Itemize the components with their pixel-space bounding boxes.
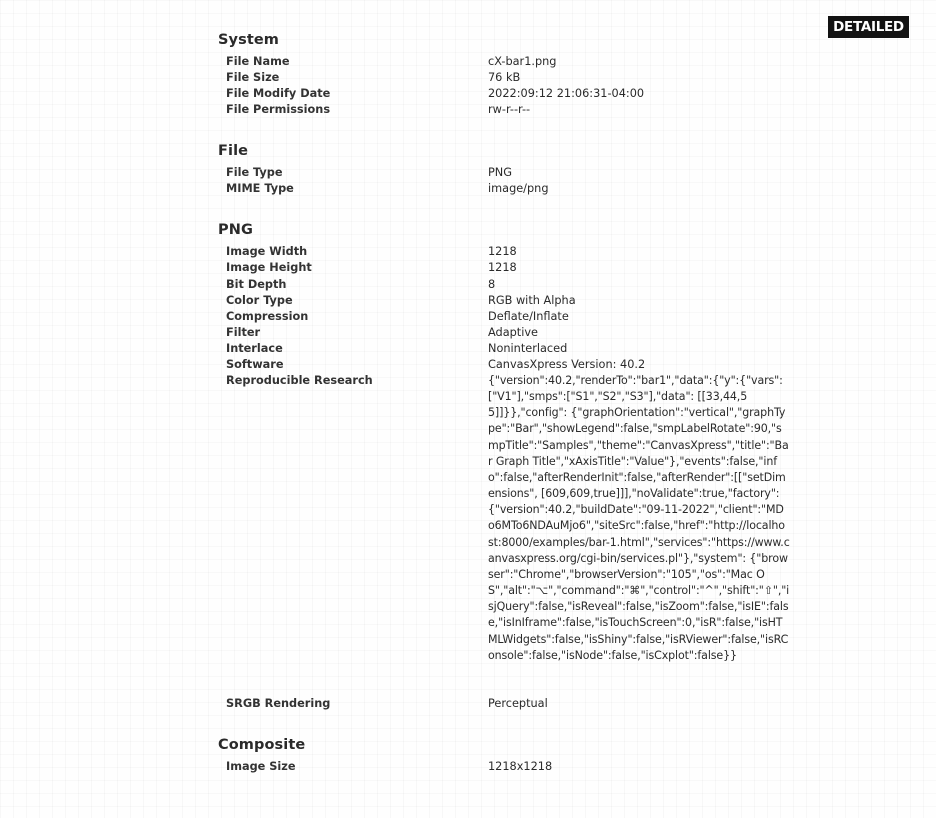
metadata-label: Bit Depth — [226, 278, 287, 291]
metadata-label: File Modify Date — [226, 87, 331, 100]
metadata-label: Compression — [226, 310, 309, 323]
metadata-value: image/png — [488, 182, 549, 195]
metadata-value: Adaptive — [488, 326, 538, 339]
metadata-value: 76 kB — [488, 71, 521, 84]
metadata-label: Image Height — [226, 261, 312, 274]
metadata-label: Software — [226, 358, 284, 371]
metadata-value-json: {"version":40.2,"renderTo":"bar1","data"… — [488, 374, 790, 662]
metadata-value: cX-bar1.png — [488, 55, 557, 68]
metadata-value: PNG — [488, 166, 513, 179]
metadata-value: 1218x1218 — [488, 760, 553, 773]
metadata-label: File Permissions — [226, 103, 331, 116]
metadata-value: rw-r--r-- — [488, 103, 531, 116]
metadata-label: Reproducible Research — [226, 374, 373, 387]
section-title-system: System — [218, 32, 280, 48]
metadata-label: Image Width — [226, 245, 308, 258]
metadata-label: Filter — [226, 326, 261, 339]
metadata-value: Noninterlaced — [488, 342, 568, 355]
metadata-value: 8 — [488, 278, 496, 291]
metadata-value: Deflate/Inflate — [488, 310, 569, 323]
metadata-label: Image Size — [226, 760, 296, 773]
metadata-value: 1218 — [488, 245, 517, 258]
metadata-label: File Name — [226, 55, 290, 68]
metadata-label: File Size — [226, 71, 280, 84]
metadata-value: RGB with Alpha — [488, 294, 576, 307]
section-title-composite: Composite — [218, 737, 306, 753]
metadata-label: Interlace — [226, 342, 283, 355]
metadata-label: MIME Type — [226, 182, 294, 195]
metadata-value: 2022:09:12 21:06:31-04:00 — [488, 87, 645, 100]
metadata-panel: System File Name cX-bar1.png File Size 7… — [0, 0, 936, 818]
metadata-label: File Type — [226, 166, 283, 179]
metadata-value: 1218 — [488, 261, 517, 274]
metadata-value: CanvasXpress Version: 40.2 — [488, 358, 646, 371]
section-title-file: File — [218, 143, 249, 159]
metadata-label: Color Type — [226, 294, 293, 307]
metadata-label: SRGB Rendering — [226, 697, 331, 710]
metadata-value: Perceptual — [488, 697, 548, 710]
section-title-png: PNG — [218, 222, 253, 238]
